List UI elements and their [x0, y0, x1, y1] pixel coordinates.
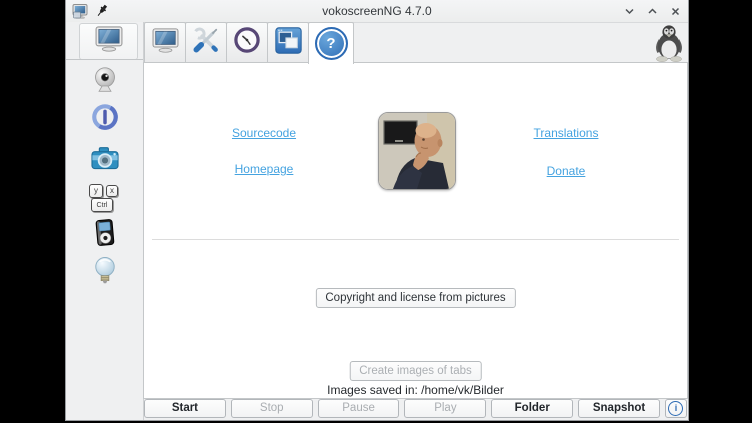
- maximize-button[interactable]: [645, 4, 659, 18]
- photo-camera-icon: [90, 146, 120, 177]
- sidebar-item-magnifier[interactable]: [87, 255, 123, 291]
- sidebar-item-halt[interactable]: [87, 101, 123, 137]
- content-divider: [152, 239, 679, 240]
- sidebar-item-webcam[interactable]: [87, 64, 123, 100]
- homepage-link[interactable]: Homepage: [194, 162, 334, 176]
- app-window: vokoscreenNG 4.7.0: [66, 0, 688, 420]
- sidebar-item-screen[interactable]: [79, 23, 138, 60]
- pin-icon[interactable]: [96, 4, 109, 18]
- close-button[interactable]: [668, 4, 682, 18]
- desktop-background: vokoscreenNG 4.7.0: [0, 0, 752, 423]
- tab-timer[interactable]: [226, 22, 268, 63]
- sidebar-item-snapshot[interactable]: [87, 143, 123, 179]
- window-title: vokoscreenNG 4.7.0: [66, 4, 688, 18]
- sidebar: y x Ctrl: [66, 22, 144, 420]
- minimize-button[interactable]: [622, 4, 636, 18]
- webcam-icon: [91, 66, 119, 99]
- tab-help[interactable]: ?: [308, 22, 354, 64]
- create-images-of-tabs-button[interactable]: Create images of tabs: [349, 361, 482, 381]
- tools-icon: [192, 26, 220, 59]
- media-player-icon: [92, 218, 118, 253]
- shortcut-keys-icon: y x Ctrl: [89, 184, 121, 212]
- images-saved-path-text: Images saved in: /home/vk/Bilder: [144, 383, 687, 397]
- clock-icon: [233, 26, 261, 59]
- developer-portrait-photo: [378, 112, 456, 190]
- sidebar-divider: [66, 59, 143, 60]
- tux-penguin-icon: [652, 24, 686, 67]
- lightbulb-icon: [92, 256, 118, 291]
- sidebar-item-player[interactable]: [87, 217, 123, 253]
- sourcecode-link[interactable]: Sourcecode: [194, 126, 334, 140]
- help-question-glyph: ?: [326, 36, 335, 51]
- pause-ring-icon: [90, 102, 120, 137]
- translations-link[interactable]: Translations: [496, 126, 636, 140]
- folder-button[interactable]: Folder: [491, 399, 573, 418]
- tab-tools[interactable]: [185, 22, 227, 63]
- key-y: y: [89, 184, 103, 198]
- windows-icon: [275, 27, 302, 59]
- tab-bar: ?: [144, 22, 353, 62]
- play-button[interactable]: Play: [404, 399, 486, 418]
- window-controls: [622, 0, 682, 22]
- footer-button-row: Start Stop Pause Play Folder Snapshot i: [144, 399, 687, 418]
- help-tab-panel: Sourcecode Homepage Translations Donate: [143, 62, 688, 399]
- info-button[interactable]: i: [665, 399, 687, 418]
- monitor-icon: [152, 28, 179, 58]
- snapshot-button[interactable]: Snapshot: [578, 399, 660, 418]
- help-question-icon: ?: [315, 27, 348, 60]
- info-icon: i: [668, 401, 683, 416]
- donate-link[interactable]: Donate: [496, 164, 636, 178]
- sidebar-item-showkeys[interactable]: y x Ctrl: [87, 180, 123, 216]
- key-x: x: [106, 185, 118, 197]
- tab-windows[interactable]: [267, 22, 309, 63]
- copyright-license-button[interactable]: Copyright and license from pictures: [315, 288, 515, 308]
- app-monitor-icon: [72, 3, 88, 19]
- titlebar: vokoscreenNG 4.7.0: [66, 0, 688, 23]
- start-button[interactable]: Start: [144, 399, 226, 418]
- pause-button[interactable]: Pause: [318, 399, 400, 418]
- key-ctrl: Ctrl: [91, 198, 113, 212]
- stop-button[interactable]: Stop: [231, 399, 313, 418]
- tab-screencast[interactable]: [144, 22, 186, 63]
- monitor-icon: [95, 26, 123, 57]
